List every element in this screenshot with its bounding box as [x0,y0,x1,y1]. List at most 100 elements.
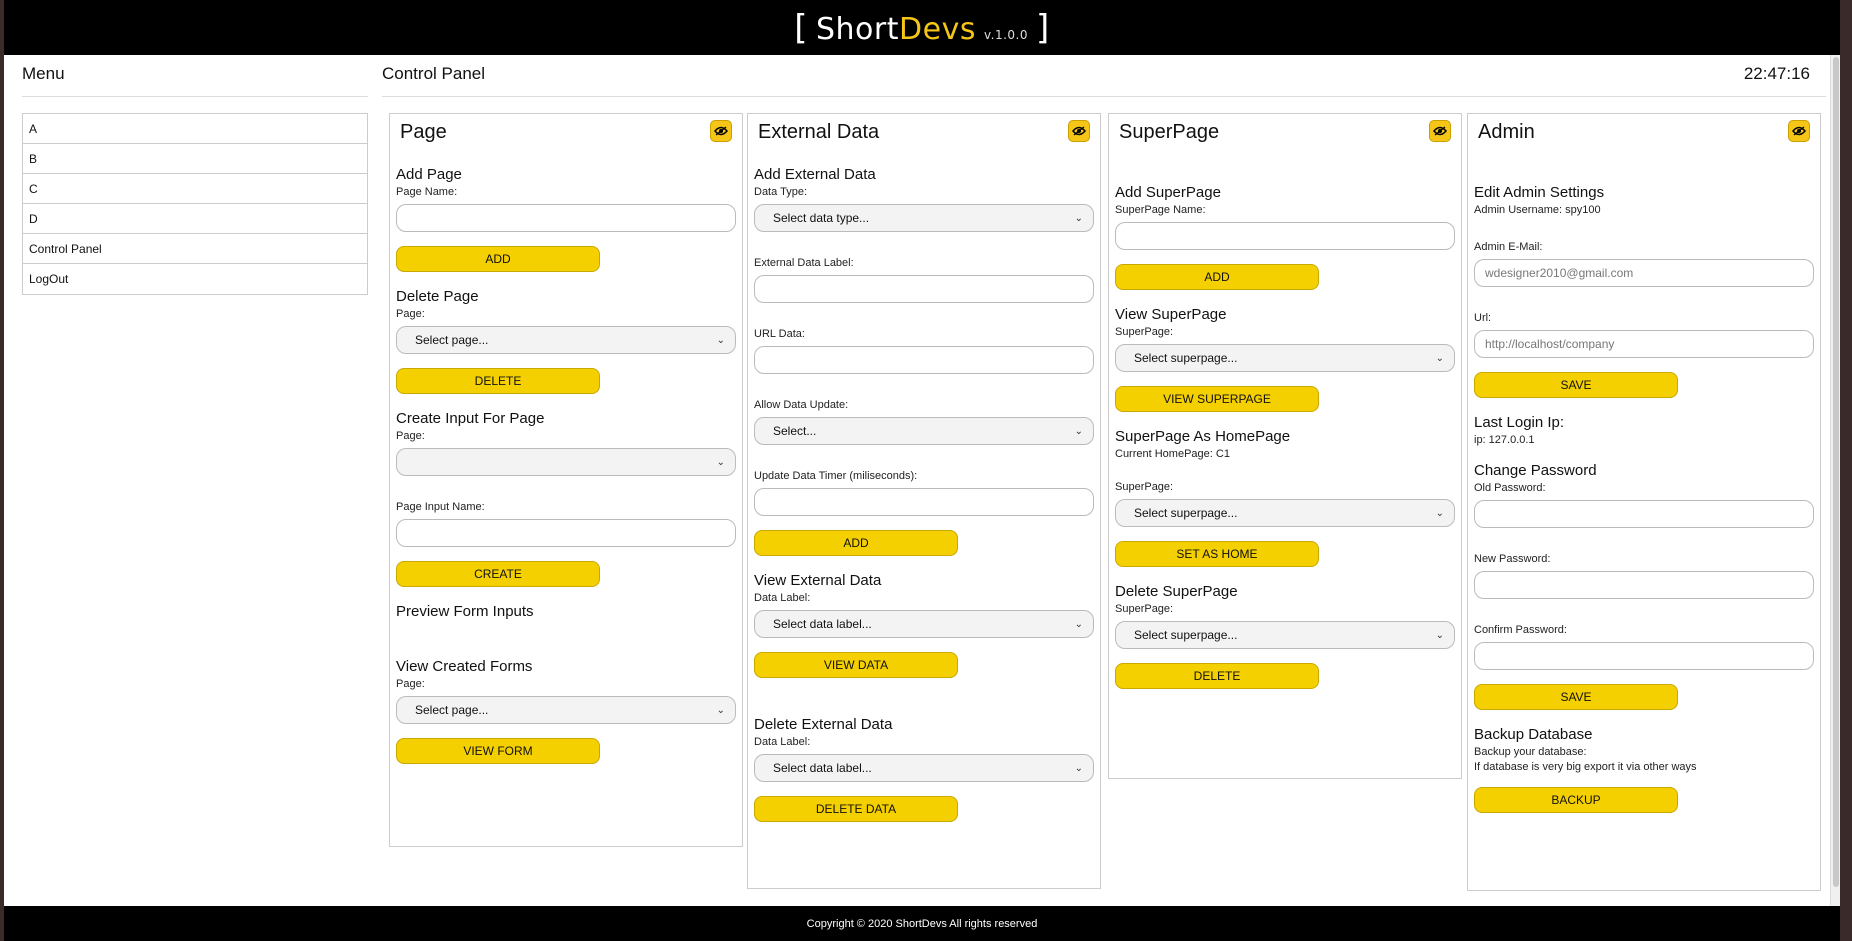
delete-superpage-heading: Delete SuperPage [1115,583,1238,600]
view-data-label-select-value: Select data label... [773,617,872,631]
view-data-button[interactable]: VIEW DATA [754,652,958,678]
allow-update-select[interactable]: Select... ⌄ [754,417,1094,445]
create-input-heading: Create Input For Page [396,410,545,427]
data-type-select-value: Select data type... [773,211,870,225]
view-superpage-button[interactable]: VIEW SUPERPAGE [1115,386,1319,412]
sidebar-item-d[interactable]: D [23,204,367,234]
external-data-panel-title: External Data [758,121,880,143]
view-created-forms-heading: View Created Forms [396,658,533,675]
delete-data-button[interactable]: DELETE DATA [754,796,958,822]
chevron-down-icon: ⌄ [716,334,725,346]
brand-devs: Devs [899,11,976,47]
new-password-input[interactable] [1474,571,1814,599]
add-page-button[interactable]: ADD [396,246,600,272]
set-as-home-button[interactable]: SET AS HOME [1115,541,1319,567]
create-input-button[interactable]: CREATE [396,561,600,587]
confirm-password-label: Confirm Password: [1474,624,1567,636]
delete-external-data-heading: Delete External Data [754,716,893,733]
scrollbar-thumb[interactable] [1833,57,1839,887]
add-page-heading: Add Page [396,166,462,183]
backup-button[interactable]: BACKUP [1474,787,1678,813]
save-settings-button[interactable]: SAVE [1474,372,1678,398]
admin-email-label: Admin E-Mail: [1474,241,1543,253]
view-forms-select-value: Select page... [415,703,489,717]
superpage-name-input[interactable] [1115,222,1455,250]
chevron-down-icon: ⌄ [716,704,725,716]
old-password-label: Old Password: [1474,482,1546,494]
delete-page-select[interactable]: Select page... ⌄ [396,326,736,354]
sidebar-item-c[interactable]: C [23,174,367,204]
footer: Copyright © 2020 ShortDevs All rights re… [4,906,1840,941]
last-login-ip-text: ip: 127.0.0.1 [1474,434,1535,446]
chevron-down-icon: ⌄ [716,456,725,468]
page-scrollbar[interactable] [1830,55,1840,906]
superpage-toggle-button[interactable] [1429,120,1451,142]
eye-icon [1792,126,1806,136]
view-data-label-select[interactable]: Select data label... ⌄ [754,610,1094,638]
last-login-ip-heading: Last Login Ip: [1474,414,1565,431]
url-data-input[interactable] [754,346,1094,374]
page-input-name-input[interactable] [396,519,736,547]
view-forms-page-select[interactable]: Select page... ⌄ [396,696,736,724]
delete-superpage-select-value: Select superpage... [1134,628,1238,642]
page-input-name-label: Page Input Name: [396,501,485,513]
brand-short: Short [816,11,900,47]
old-password-input[interactable] [1474,500,1814,528]
delete-superpage-button[interactable]: DELETE [1115,663,1319,689]
superpage-panel: SuperPage Add SuperPage SuperPage Name: … [1108,113,1462,779]
delete-page-button[interactable]: DELETE [396,368,600,394]
add-external-data-button[interactable]: ADD [754,530,958,556]
add-superpage-button[interactable]: ADD [1115,264,1319,290]
sidebar-item-a[interactable]: A [23,114,367,144]
sidebar-item-logout[interactable]: LogOut [23,264,367,294]
page-panel-toggle-button[interactable] [710,120,732,142]
update-timer-input[interactable] [754,488,1094,516]
page-name-label: Page Name: [396,186,458,198]
admin-email-input[interactable]: wdesigner2010@gmail.com [1474,259,1814,287]
page-panel: Page Add Page Page Name: ADD Delete Page… [389,113,743,847]
view-superpage-select-value: Select superpage... [1134,351,1238,365]
eye-icon [1433,126,1447,136]
save-password-button[interactable]: SAVE [1474,684,1678,710]
external-data-toggle-button[interactable] [1068,120,1090,142]
external-data-panel: External Data Add External Data Data Typ… [747,113,1101,889]
superpage-panel-title: SuperPage [1119,121,1220,143]
chevron-down-icon: ⌄ [1074,425,1083,437]
delete-superpage-label: SuperPage: [1115,603,1174,615]
view-form-button[interactable]: VIEW FORM [396,738,600,764]
data-type-select[interactable]: Select data type... ⌄ [754,204,1094,232]
external-data-label-label: External Data Label: [754,257,854,269]
admin-panel: Admin Edit Admin Settings Admin Username… [1467,113,1821,891]
page-name-input[interactable] [396,204,736,232]
menu-title: Menu [22,64,65,83]
backup-database-heading: Backup Database [1474,726,1593,743]
confirm-password-input[interactable] [1474,642,1814,670]
delete-superpage-select[interactable]: Select superpage... ⌄ [1115,621,1455,649]
create-input-page-select[interactable]: ⌄ [396,448,736,476]
eye-icon [1072,126,1086,136]
url-input[interactable]: http://localhost/company [1474,330,1814,358]
homepage-superpage-select[interactable]: Select superpage... ⌄ [1115,499,1455,527]
homepage-superpage-label: SuperPage: [1115,481,1174,493]
view-superpage-select[interactable]: Select superpage... ⌄ [1115,344,1455,372]
admin-toggle-button[interactable] [1788,120,1810,142]
external-data-label-input[interactable] [754,275,1094,303]
current-homepage-text: Current HomePage: C1 [1115,448,1230,460]
sidebar-item-b[interactable]: B [23,144,367,174]
delete-data-label-select[interactable]: Select data label... ⌄ [754,754,1094,782]
change-password-heading: Change Password [1474,462,1597,479]
backup-description-line2: If database is very big export it via ot… [1474,761,1697,773]
delete-data-label-label: Data Label: [754,736,811,748]
homepage-superpage-select-value: Select superpage... [1134,506,1238,520]
view-external-data-heading: View External Data [754,572,882,589]
sidebar-item-control-panel[interactable]: Control Panel [23,234,367,264]
allow-update-label: Allow Data Update: [754,399,849,411]
preview-form-inputs-heading: Preview Form Inputs [396,603,534,620]
content-divider [382,96,1826,97]
clock: 22:47:16 [1743,64,1810,83]
footer-copyright: Copyright © 2020 ShortDevs All rights re… [806,917,1038,930]
create-input-page-label: Page: [396,430,425,442]
chevron-down-icon: ⌄ [1074,762,1083,774]
superpage-name-label: SuperPage Name: [1115,204,1206,216]
admin-panel-title: Admin [1478,121,1535,143]
